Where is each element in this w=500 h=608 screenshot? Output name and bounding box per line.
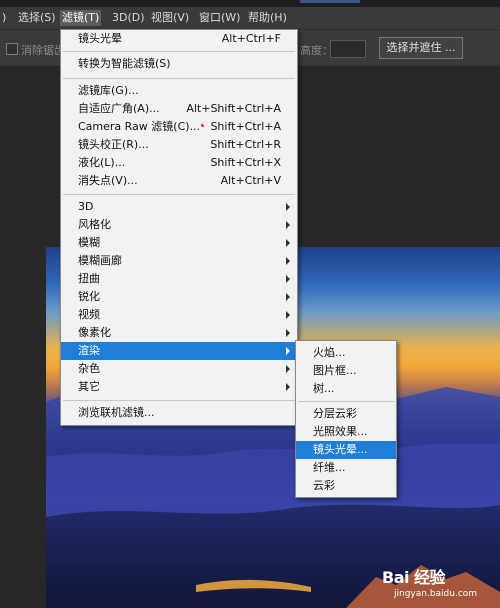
submenu-arrow-icon: [286, 203, 290, 211]
filter-submenu-pixelate[interactable]: 像素化: [61, 324, 297, 342]
render-item-difference-clouds[interactable]: 分层云彩: [296, 405, 396, 423]
menu-item-label: 滤镜库(G)...: [78, 84, 139, 97]
filter-item-convert-smart[interactable]: 转换为智能滤镜(S): [61, 55, 297, 73]
menu-item-label: 图片框...: [313, 364, 357, 377]
anti-alias-label: 消除锯齿: [21, 44, 65, 57]
menu-item-label: 视频: [78, 308, 100, 321]
submenu-arrow-icon: [286, 347, 290, 355]
filter-submenu-stylize[interactable]: 风格化: [61, 216, 297, 234]
new-feature-dot-icon: [201, 124, 204, 127]
menu-item-shortcut: Shift+Ctrl+R: [210, 138, 281, 151]
filter-submenu-blur-gallery[interactable]: 模糊画廊: [61, 252, 297, 270]
menu-item-shortcut: Shift+Ctrl+X: [210, 156, 281, 169]
filter-item-camera-raw[interactable]: Camera Raw 滤镜(C)... Shift+Ctrl+A: [61, 118, 297, 136]
render-item-flame[interactable]: 火焰...: [296, 344, 396, 362]
filter-submenu-blur[interactable]: 模糊: [61, 234, 297, 252]
render-item-fibers[interactable]: 纤维...: [296, 459, 396, 477]
submenu-arrow-icon: [286, 275, 290, 283]
menu-item-label: 杂色: [78, 362, 100, 375]
submenu-arrow-icon: [286, 257, 290, 265]
menu-item-label: 分层云彩: [313, 407, 357, 420]
menu-separator: [63, 51, 295, 52]
filter-submenu-render[interactable]: 渲染: [61, 342, 297, 360]
submenu-arrow-icon: [286, 383, 290, 391]
menu-item-label: 像素化: [78, 326, 111, 339]
menu-item-label: 锐化: [78, 290, 100, 303]
menu-item-label: 镜头光晕: [78, 32, 122, 45]
menu-item-label: 模糊画廊: [78, 254, 122, 267]
menu-item-partial[interactable]: ): [0, 10, 8, 26]
anti-alias-checkbox[interactable]: [6, 43, 18, 55]
menu-item-label: 消失点(V)...: [78, 174, 138, 187]
menu-item-label: 树...: [313, 382, 335, 395]
baidu-jingyan-watermark: Bai 经验 jingyan.baidu.com: [382, 564, 494, 604]
height-label: 高度：: [300, 44, 333, 57]
menu-help[interactable]: 帮助(H): [246, 10, 289, 26]
menu-item-label: 浏览联机滤镜...: [78, 406, 155, 419]
render-item-lens-flare[interactable]: 镜头光晕...: [296, 441, 396, 459]
menu-item-label: 渲染: [78, 344, 100, 357]
filter-submenu-3d[interactable]: 3D: [61, 198, 297, 216]
menu-item-label: 光照效果...: [313, 425, 368, 438]
submenu-arrow-icon: [286, 239, 290, 247]
menu-item-shortcut: Shift+Ctrl+A: [210, 120, 281, 133]
menu-item-shortcut: Alt+Ctrl+F: [221, 32, 281, 45]
menu-item-label: 3D: [78, 200, 94, 213]
top-accent: [300, 0, 360, 3]
watermark-url: jingyan.baidu.com: [394, 589, 478, 599]
menu-item-label: 纤维...: [313, 461, 346, 474]
menu-item-label: 风格化: [78, 218, 111, 231]
submenu-arrow-icon: [286, 365, 290, 373]
filter-item-vanishing-point[interactable]: 消失点(V)... Alt+Ctrl+V: [61, 172, 297, 190]
render-submenu: 火焰... 图片框... 树... 分层云彩 光照效果... 镜头光晕... 纤…: [295, 340, 397, 498]
render-item-lighting-effects[interactable]: 光照效果...: [296, 423, 396, 441]
menu-item-label: 镜头校正(R)...: [78, 138, 149, 151]
height-input[interactable]: [330, 40, 366, 58]
filter-item-liquify[interactable]: 液化(L)... Shift+Ctrl+X: [61, 154, 297, 172]
menu-view[interactable]: 视图(V): [149, 10, 191, 26]
filter-submenu-sharpen[interactable]: 锐化: [61, 288, 297, 306]
menu-select[interactable]: 选择(S): [16, 10, 58, 26]
menu-filter[interactable]: 滤镜(T): [60, 10, 102, 26]
menu-separator: [63, 78, 295, 79]
filter-submenu-distort[interactable]: 扭曲: [61, 270, 297, 288]
filter-item-lens-correction[interactable]: 镜头校正(R)... Shift+Ctrl+R: [61, 136, 297, 154]
submenu-arrow-icon: [286, 329, 290, 337]
menu-item-label: 自适应广角(A)...: [78, 102, 160, 115]
render-item-clouds[interactable]: 云彩: [296, 477, 396, 495]
submenu-arrow-icon: [286, 293, 290, 301]
menu-item-shortcut: Alt+Ctrl+V: [220, 174, 281, 187]
filter-item-browse-online[interactable]: 浏览联机滤镜...: [61, 404, 297, 422]
filter-submenu-video[interactable]: 视频: [61, 306, 297, 324]
filter-item-gallery[interactable]: 滤镜库(G)...: [61, 82, 297, 100]
menu-item-label: 其它: [78, 380, 100, 393]
submenu-arrow-icon: [286, 221, 290, 229]
menu-item-label: 模糊: [78, 236, 100, 249]
select-and-mask-button[interactable]: 选择并遮住 ...: [379, 37, 463, 59]
filter-submenu-noise[interactable]: 杂色: [61, 360, 297, 378]
filter-submenu-other[interactable]: 其它: [61, 378, 297, 396]
menu-separator: [63, 400, 295, 401]
menu-item-label: 云彩: [313, 479, 335, 492]
window-top-strip: [0, 0, 500, 7]
filter-item-adaptive-wide-angle[interactable]: 自适应广角(A)... Alt+Shift+Ctrl+A: [61, 100, 297, 118]
watermark-brand: Bai 经验: [382, 568, 446, 587]
render-item-tree[interactable]: 树...: [296, 380, 396, 398]
filter-item-lens-flare-last[interactable]: 镜头光晕 Alt+Ctrl+F: [61, 30, 297, 48]
menu-bar: ) 选择(S) 滤镜(T) 3D(D) 视图(V) 窗口(W) 帮助(H): [0, 7, 500, 30]
menu-item-label: 镜头光晕...: [313, 443, 368, 456]
render-item-picture-frame[interactable]: 图片框...: [296, 362, 396, 380]
menu-item-label: 转换为智能滤镜(S): [78, 57, 171, 70]
submenu-arrow-icon: [286, 311, 290, 319]
filter-menu: 镜头光晕 Alt+Ctrl+F 转换为智能滤镜(S) 滤镜库(G)... 自适应…: [60, 29, 298, 426]
menu-item-label: 液化(L)...: [78, 156, 126, 169]
menu-3d[interactable]: 3D(D): [110, 10, 147, 26]
menu-window[interactable]: 窗口(W): [197, 10, 242, 26]
menu-item-label: 扭曲: [78, 272, 100, 285]
menu-separator: [63, 194, 295, 195]
menu-item-label: Camera Raw 滤镜(C)...: [78, 120, 201, 133]
menu-item-shortcut: Alt+Shift+Ctrl+A: [186, 102, 281, 115]
menu-separator: [298, 401, 394, 402]
menu-item-label: 火焰...: [313, 346, 346, 359]
